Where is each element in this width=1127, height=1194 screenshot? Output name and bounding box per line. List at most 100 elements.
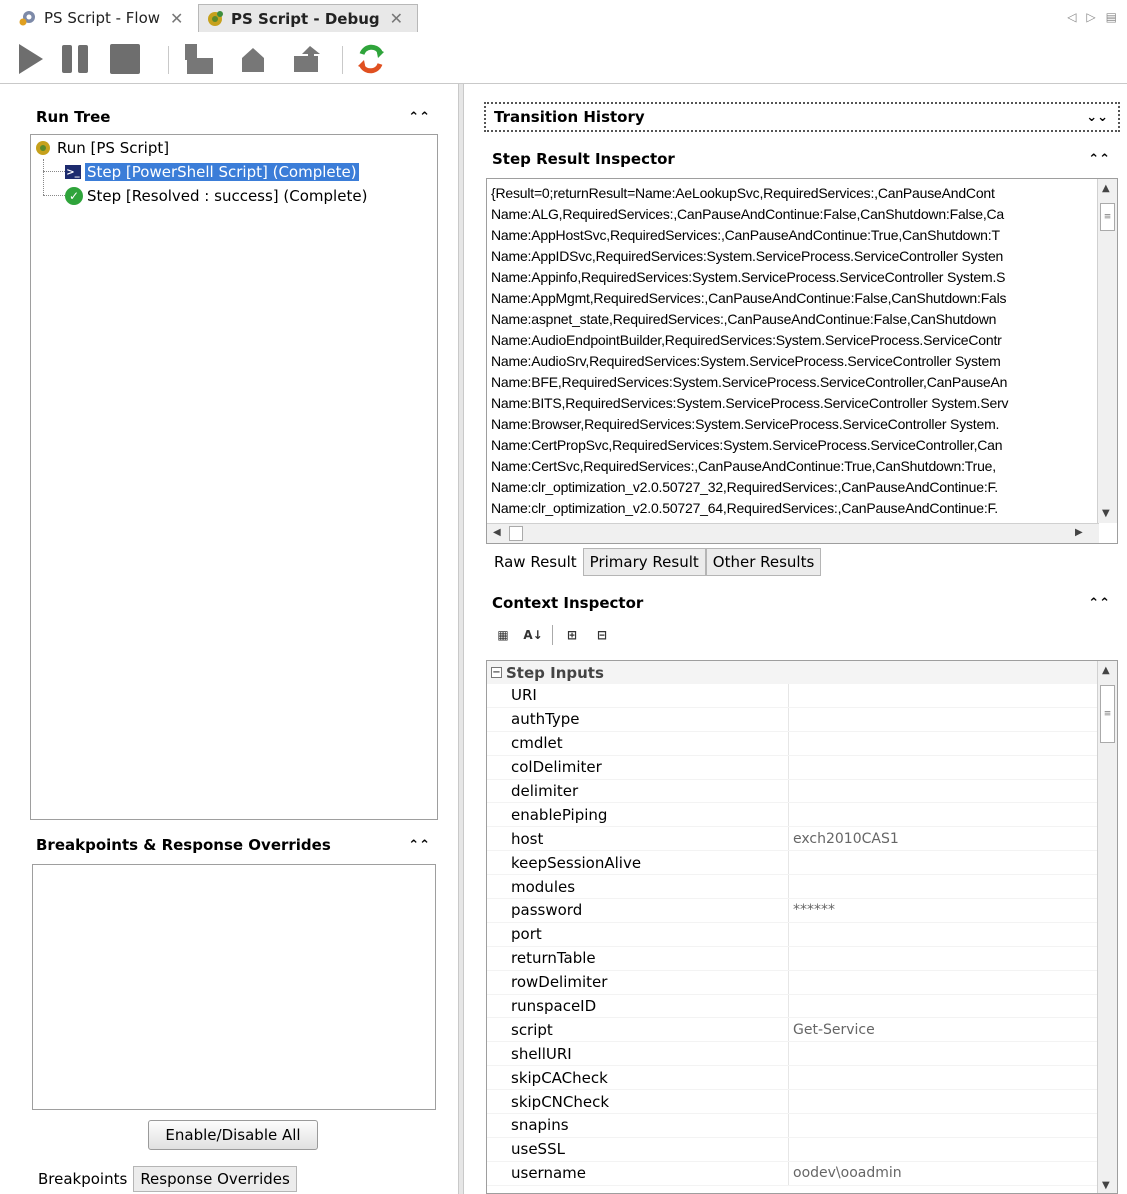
result-line: Name:CertSvc,RequiredServices:,CanPauseA… bbox=[491, 458, 996, 474]
tree-root-label: Run [PS Script] bbox=[57, 139, 170, 157]
scroll-down-icon[interactable]: ▼ bbox=[1102, 1180, 1110, 1191]
result-line: Name:Appinfo,RequiredServices:System.Ser… bbox=[491, 269, 1006, 285]
collapse-icon[interactable]: ⌃⌃ bbox=[1088, 596, 1110, 611]
tab-primary-result[interactable]: Primary Result bbox=[582, 548, 706, 576]
panel-title: Transition History bbox=[494, 108, 645, 126]
enable-disable-all-button[interactable]: Enable/Disable All bbox=[148, 1120, 318, 1150]
property-key: rowDelimiter bbox=[487, 970, 789, 994]
scroll-down-icon[interactable]: ▼ bbox=[1102, 508, 1110, 519]
transition-history-panel[interactable]: Transition History ⌄⌄ bbox=[484, 102, 1120, 132]
property-row[interactable]: returnTable bbox=[487, 946, 1117, 971]
tree-item[interactable]: ✓ Step [Resolved : success] (Complete) bbox=[65, 185, 367, 207]
property-row[interactable]: authType bbox=[487, 707, 1117, 732]
scroll-right-icon[interactable]: ▷ bbox=[1086, 10, 1095, 24]
property-row[interactable]: rowDelimiter bbox=[487, 970, 1117, 995]
collapse-icon[interactable]: ⌃⌃ bbox=[408, 838, 430, 853]
property-value[interactable]: Get-Service bbox=[789, 1022, 875, 1038]
scroll-thumb[interactable] bbox=[509, 526, 523, 541]
property-value[interactable]: oodev\ooadmin bbox=[789, 1165, 902, 1181]
debug-gear-icon bbox=[205, 9, 225, 29]
sort-alphabetical-icon[interactable]: A↓ bbox=[522, 624, 544, 646]
expand-all-icon[interactable]: ⊞ bbox=[561, 624, 583, 646]
close-icon[interactable]: ✕ bbox=[170, 9, 183, 28]
property-row[interactable]: cmdlet bbox=[487, 731, 1117, 756]
tree-item[interactable]: >_ Step [PowerShell Script] (Complete) bbox=[65, 161, 359, 183]
tab-other-results[interactable]: Other Results bbox=[705, 548, 822, 576]
tab-ps-script-flow[interactable]: PS Script - Flow ✕ bbox=[0, 4, 196, 32]
pause-button[interactable] bbox=[58, 42, 92, 76]
collapse-icon[interactable]: ⌃⌃ bbox=[408, 110, 430, 125]
tab-ps-script-debug[interactable]: PS Script - Debug ✕ bbox=[198, 4, 418, 32]
scroll-left-icon[interactable]: ◀ bbox=[493, 527, 501, 538]
horizontal-scrollbar[interactable]: ◀ ▶ bbox=[487, 523, 1099, 543]
tab-list-icon[interactable]: ▤ bbox=[1106, 10, 1117, 24]
result-line: Name:AppHostSvc,RequiredServices:,CanPau… bbox=[491, 227, 1000, 243]
result-lines: {Result=0;returnResult=Name:AeLookupSvc,… bbox=[491, 183, 1093, 519]
property-row[interactable]: delimiter bbox=[487, 779, 1117, 804]
stop-button[interactable] bbox=[108, 42, 142, 76]
raw-result-text[interactable]: {Result=0;returnResult=Name:AeLookupSvc,… bbox=[486, 178, 1118, 544]
property-row[interactable]: password ****** bbox=[487, 899, 1117, 923]
scroll-thumb[interactable]: ≡ bbox=[1100, 203, 1115, 231]
tab-raw-result[interactable]: Raw Result bbox=[488, 548, 583, 576]
property-row[interactable]: shellURI bbox=[487, 1042, 1117, 1067]
expand-icon[interactable]: ⌄⌄ bbox=[1086, 110, 1108, 125]
property-key: cmdlet bbox=[487, 731, 789, 755]
property-row[interactable]: runspaceID bbox=[487, 994, 1117, 1019]
property-key: enablePiping bbox=[487, 803, 789, 827]
breakpoints-list bbox=[32, 864, 436, 1110]
tree-root[interactable]: Run [PS Script] bbox=[33, 137, 169, 159]
property-row[interactable]: enablePiping bbox=[487, 803, 1117, 828]
property-row[interactable]: username oodev\ooadmin bbox=[487, 1161, 1117, 1186]
tab-response-overrides[interactable]: Response Overrides bbox=[133, 1166, 297, 1192]
play-button[interactable] bbox=[14, 42, 48, 76]
stop-icon bbox=[110, 44, 140, 74]
property-key: port bbox=[487, 922, 789, 946]
result-line: Name:Browser,RequiredServices:System.Ser… bbox=[491, 416, 1000, 432]
scroll-up-icon[interactable]: ▲ bbox=[1102, 665, 1110, 676]
step-into-button[interactable] bbox=[182, 42, 216, 76]
close-icon[interactable]: ✕ bbox=[390, 9, 403, 28]
collapse-icon[interactable]: ⌃⌃ bbox=[1088, 152, 1110, 167]
vertical-scrollbar[interactable]: ▲ ≡ ▼ bbox=[1097, 179, 1117, 523]
scroll-up-icon[interactable]: ▲ bbox=[1102, 183, 1110, 194]
property-row[interactable]: colDelimiter bbox=[487, 755, 1117, 780]
property-row[interactable]: keepSessionAlive bbox=[487, 851, 1117, 876]
collapse-icon[interactable]: − bbox=[491, 667, 502, 678]
property-row[interactable]: skipCACheck bbox=[487, 1066, 1117, 1091]
collapse-all-icon[interactable]: ⊟ bbox=[591, 624, 613, 646]
vertical-scrollbar[interactable]: ▲ ≡ ▼ bbox=[1097, 661, 1117, 1193]
property-row[interactable]: useSSL bbox=[487, 1137, 1117, 1162]
property-row[interactable]: port bbox=[487, 922, 1117, 947]
property-key: modules bbox=[487, 875, 789, 899]
categorized-view-icon[interactable]: ▦ bbox=[492, 624, 514, 646]
panel-splitter[interactable] bbox=[458, 84, 464, 1194]
tab-breakpoints[interactable]: Breakpoints bbox=[32, 1166, 134, 1192]
tree-item-label: Step [PowerShell Script] (Complete) bbox=[85, 163, 359, 181]
property-row[interactable]: skipCNCheck bbox=[487, 1090, 1117, 1115]
property-value[interactable]: ****** bbox=[789, 902, 835, 918]
run-tree-header: Run Tree ⌃⌃ bbox=[28, 102, 440, 132]
property-row[interactable]: modules bbox=[487, 875, 1117, 900]
step-out-button[interactable] bbox=[290, 42, 324, 76]
editor-tab-bar: PS Script - Flow ✕ PS Script - Debug ✕ ◁… bbox=[0, 0, 1127, 34]
scroll-left-icon[interactable]: ◁ bbox=[1067, 10, 1076, 24]
property-row[interactable]: host exch2010CAS1 bbox=[487, 827, 1117, 852]
tab-navigation: ◁ ▷ ▤ bbox=[1067, 10, 1117, 24]
result-line: Name:BITS,RequiredServices:System.Servic… bbox=[491, 395, 1009, 411]
step-over-icon bbox=[242, 48, 264, 72]
scroll-thumb[interactable]: ≡ bbox=[1100, 685, 1115, 743]
step-over-button[interactable] bbox=[236, 42, 270, 76]
refresh-debug-button[interactable] bbox=[354, 42, 388, 76]
debug-toolbar bbox=[0, 34, 1127, 84]
property-key: colDelimiter bbox=[487, 755, 789, 779]
property-row[interactable]: snapins bbox=[487, 1114, 1117, 1138]
panel-title: Context Inspector bbox=[492, 594, 644, 612]
context-inspector-toolbar: ▦ A↓ ⊞ ⊟ bbox=[492, 624, 613, 646]
category-step-inputs[interactable]: − Step Inputs bbox=[487, 661, 1117, 684]
scroll-right-icon[interactable]: ▶ bbox=[1075, 527, 1083, 538]
property-row[interactable]: URI bbox=[487, 684, 1117, 708]
property-key: authType bbox=[487, 707, 789, 731]
property-value[interactable]: exch2010CAS1 bbox=[789, 831, 899, 847]
property-row[interactable]: script Get-Service bbox=[487, 1018, 1117, 1043]
